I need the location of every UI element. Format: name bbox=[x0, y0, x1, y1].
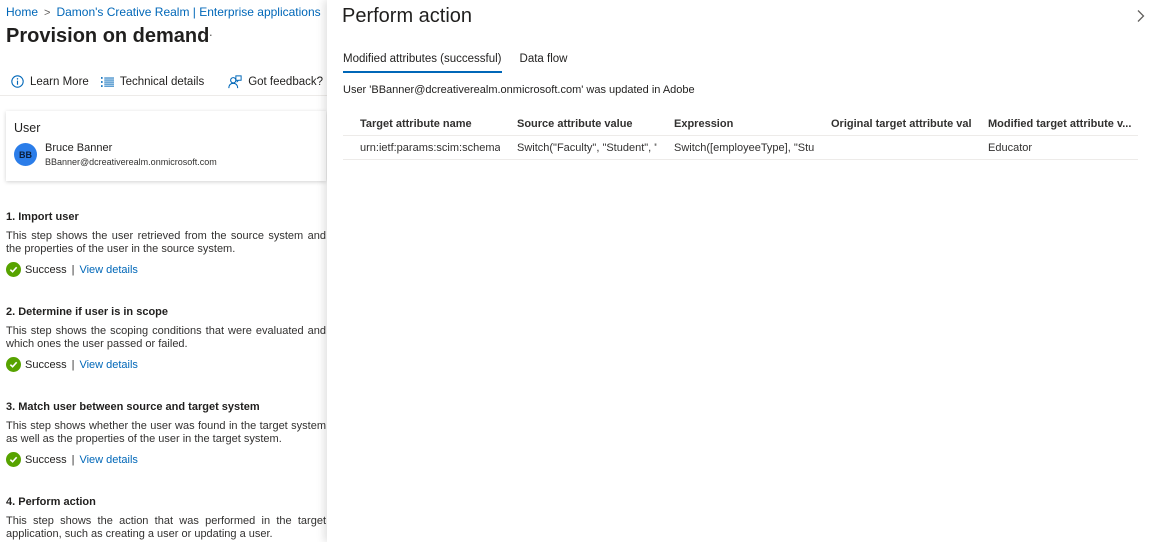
status-separator: | bbox=[71, 453, 75, 466]
technical-details-button[interactable]: Technical details bbox=[100, 75, 205, 88]
perform-action-panel: Perform action Modified attributes (succ… bbox=[327, 0, 1149, 542]
user-card: User BB Bruce Banner BBanner@dcreativere… bbox=[6, 111, 326, 181]
table-row[interactable]: urn:ietf:params:scim:schemas:... Switch(… bbox=[343, 136, 1138, 160]
provision-blade: Home > Damon's Creative Realm | Enterprise… bbox=[0, 0, 327, 542]
avatar: BB bbox=[14, 143, 37, 166]
table-cell: Educator bbox=[988, 141, 1033, 154]
step-match-user: 3. Match user between source and target … bbox=[6, 401, 326, 467]
step-status: Success | View details bbox=[6, 262, 326, 277]
user-email: BBanner@dcreativerealm.onmicrosoft.com bbox=[45, 157, 217, 167]
status-separator: | bbox=[71, 358, 75, 371]
view-details-link[interactable]: View details bbox=[79, 454, 138, 466]
learn-more-button[interactable]: Learn More bbox=[11, 75, 89, 88]
success-check-icon bbox=[6, 357, 21, 372]
breadcrumb: Home > Damon's Creative Realm | Enterprise… bbox=[6, 5, 327, 19]
column-header[interactable]: Expression bbox=[657, 118, 814, 130]
column-header[interactable]: Modified target attribute v... bbox=[971, 118, 1138, 130]
panel-tabs: Modified attributes (successful) Data fl… bbox=[343, 53, 585, 73]
step-title: 4. Perform action bbox=[6, 496, 96, 508]
panel-title: Perform action bbox=[342, 5, 473, 27]
page-title: Provision on demand bbox=[6, 25, 210, 47]
toolbar: Learn More Technical details Got feedbac… bbox=[0, 68, 327, 96]
feedback-icon bbox=[228, 74, 242, 88]
step-status: Success | View details bbox=[6, 357, 326, 372]
breadcrumb-home[interactable]: Home bbox=[6, 5, 38, 19]
step-status: Success | View details bbox=[6, 452, 326, 467]
breadcrumb-enterprise-applications[interactable]: Damon's Creative Realm | Enterprise appl… bbox=[56, 5, 320, 19]
user-card-label: User bbox=[14, 121, 41, 135]
column-header[interactable]: Original target attribute val... bbox=[814, 118, 971, 130]
list-icon bbox=[100, 76, 114, 87]
feedback-button[interactable]: Got feedback? bbox=[228, 74, 324, 89]
success-check-icon bbox=[6, 262, 21, 277]
status-text: Success bbox=[25, 263, 67, 276]
step-description: This step shows whether the user was fou… bbox=[6, 420, 326, 445]
more-options-button[interactable]: ··· bbox=[198, 27, 214, 42]
chevron-right-icon bbox=[1137, 10, 1145, 22]
table-cell: Switch("Faculty", "Student", "F... bbox=[517, 141, 657, 154]
user-name: Bruce Banner bbox=[45, 142, 113, 154]
step-import-user: 1. Import user This step shows the user … bbox=[6, 211, 326, 277]
step-description: This step shows the user retrieved from … bbox=[6, 230, 326, 255]
step-title: 2. Determine if user is in scope bbox=[6, 306, 169, 318]
collapse-panel-button[interactable] bbox=[1136, 9, 1146, 28]
view-details-link[interactable]: View details bbox=[79, 264, 138, 276]
status-separator: | bbox=[71, 263, 75, 276]
view-details-link[interactable]: View details bbox=[79, 359, 138, 371]
technical-details-label: Technical details bbox=[119, 75, 205, 88]
feedback-label: Got feedback? bbox=[248, 75, 324, 88]
column-header[interactable]: Target attribute name bbox=[343, 118, 500, 130]
step-title: 3. Match user between source and target … bbox=[6, 401, 260, 413]
learn-more-label: Learn More bbox=[30, 75, 89, 88]
status-text: Success bbox=[25, 453, 67, 466]
column-header[interactable]: Source attribute value bbox=[500, 118, 657, 130]
table-cell: urn:ietf:params:scim:schemas:... bbox=[360, 141, 500, 154]
info-icon bbox=[11, 75, 24, 88]
result-message: User 'BBanner@dcreativerealm.onmicrosoft… bbox=[343, 84, 695, 96]
step-scope: 2. Determine if user is in scope This st… bbox=[6, 306, 326, 372]
tab-data-flow[interactable]: Data flow bbox=[520, 53, 568, 73]
step-perform-action: 4. Perform action This step shows the ac… bbox=[6, 496, 326, 541]
status-text: Success bbox=[25, 358, 67, 371]
attributes-table: Target attribute name Source attribute v… bbox=[343, 112, 1138, 160]
step-title: 1. Import user bbox=[6, 211, 79, 223]
table-header: Target attribute name Source attribute v… bbox=[343, 112, 1138, 136]
chevron-right-icon: > bbox=[44, 7, 51, 19]
step-description: This step shows the action that was perf… bbox=[6, 515, 326, 540]
success-check-icon bbox=[6, 452, 21, 467]
step-description: This step shows the scoping conditions t… bbox=[6, 325, 326, 350]
tab-modified-attributes[interactable]: Modified attributes (successful) bbox=[343, 53, 502, 73]
table-cell: Switch([employeeType], "Stud... bbox=[674, 141, 814, 154]
